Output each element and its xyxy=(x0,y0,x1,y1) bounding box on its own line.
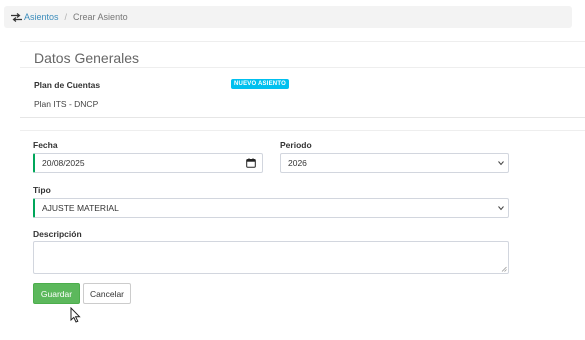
periodo-select[interactable]: 2026 xyxy=(280,153,509,173)
breadcrumb-separator: / xyxy=(64,12,68,22)
periodo-value: 2026 xyxy=(288,158,307,168)
save-button[interactable]: Guardar xyxy=(33,283,80,304)
cancel-button[interactable]: Cancelar xyxy=(83,283,131,304)
section-title: Datos Generales xyxy=(34,50,140,66)
tipo-value: AJUSTE MATERIAL xyxy=(42,203,119,213)
mouse-pointer-icon xyxy=(70,307,81,323)
exchange-arrows-icon xyxy=(11,12,22,22)
breadcrumb-current: Crear Asiento xyxy=(73,12,128,22)
title-divider xyxy=(20,67,585,68)
status-badge: NUEVO ASIENTO xyxy=(231,79,289,89)
chevron-down-icon xyxy=(498,161,504,166)
chevron-down-icon xyxy=(498,206,504,211)
section-divider xyxy=(20,117,585,118)
resize-grip-icon[interactable] xyxy=(501,266,507,272)
tipo-select[interactable]: AJUSTE MATERIAL xyxy=(33,198,509,218)
breadcrumb-link-asientos[interactable]: Asientos xyxy=(11,12,59,22)
plan-label: Plan de Cuentas xyxy=(34,80,101,90)
descripcion-textarea[interactable] xyxy=(33,241,509,274)
fecha-value: 20/08/2025 xyxy=(42,158,85,168)
breadcrumb-parent-label[interactable]: Asientos xyxy=(24,12,59,22)
fecha-date-input[interactable]: 20/08/2025 xyxy=(33,153,263,173)
calendar-icon[interactable] xyxy=(246,158,256,168)
tipo-label: Tipo xyxy=(33,185,51,195)
fecha-label: Fecha xyxy=(33,140,58,150)
breadcrumb: Asientos / Crear Asiento xyxy=(4,6,572,28)
descripcion-label: Descripción xyxy=(33,229,82,239)
periodo-label: Periodo xyxy=(280,140,312,150)
form-panel: Datos Generales Plan de Cuentas NUEVO AS… xyxy=(20,41,585,321)
plan-value: Plan ITS - DNCP xyxy=(34,99,99,109)
section-divider-2 xyxy=(20,130,585,131)
